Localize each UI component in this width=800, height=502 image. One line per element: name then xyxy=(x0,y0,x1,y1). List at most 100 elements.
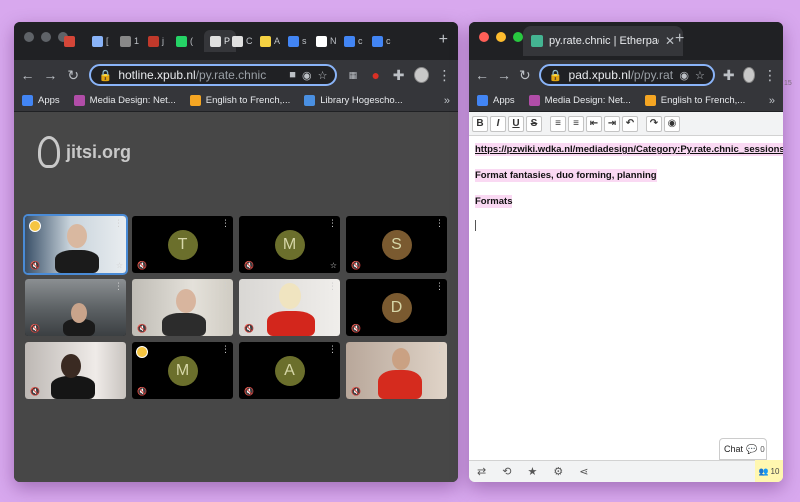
users-button[interactable]: 👥 10 xyxy=(755,460,783,482)
pin-star-icon[interactable]: ☆ xyxy=(330,261,337,270)
undo-icon[interactable]: ↶ xyxy=(622,115,638,132)
bookmark-label: Media Design: Net... xyxy=(544,95,631,106)
eye-off-icon[interactable]: ◉ xyxy=(302,69,312,82)
more-menu-icon[interactable]: ⋮ xyxy=(763,67,777,83)
participant-tile[interactable]: ⋮ 🔇 xyxy=(346,342,447,399)
outdent-icon[interactable]: ⇥ xyxy=(604,115,620,132)
tile-menu-icon[interactable]: ⋮ xyxy=(435,219,444,228)
browser-tab[interactable]: j xyxy=(148,30,164,52)
close-window-button[interactable] xyxy=(24,32,34,42)
reload-icon[interactable]: ↻ xyxy=(66,67,81,83)
browser-tab[interactable]: 1 xyxy=(120,30,139,52)
timeslider-icon[interactable]: ⟲ xyxy=(502,465,511,478)
tile-menu-icon[interactable]: ⋮ xyxy=(221,345,230,354)
import-export-icon[interactable]: ⇄ xyxy=(477,465,486,478)
underline-button[interactable]: U xyxy=(508,115,524,132)
tile-menu-icon[interactable]: ⋮ xyxy=(221,219,230,228)
participant-tile[interactable]: ⋮ 🔇 xyxy=(239,279,340,336)
bookmark-star-icon[interactable]: ☆ xyxy=(695,69,705,82)
camera-icon[interactable]: ■ xyxy=(289,69,296,81)
participant-tile[interactable]: M ⋮ 🔇 ☆ xyxy=(239,216,340,273)
profile-avatar[interactable] xyxy=(414,67,430,83)
bold-button[interactable]: B xyxy=(472,115,488,132)
participant-tile[interactable]: D ⋮ 🔇 xyxy=(346,279,447,336)
back-icon[interactable]: ← xyxy=(475,67,489,83)
settings-gear-icon[interactable]: ⚙ xyxy=(553,465,563,478)
lock-icon: 🔒 xyxy=(548,69,563,82)
browser-tab[interactable]: s xyxy=(288,30,307,52)
tile-menu-icon[interactable]: ⋮ xyxy=(328,282,337,291)
participant-tile[interactable]: ⋮ 🔇 xyxy=(132,279,233,336)
participant-tile[interactable]: A ⋮ 🔇 xyxy=(239,342,340,399)
bookmark-item[interactable]: English to French,... xyxy=(644,95,745,106)
strikethrough-button[interactable]: S xyxy=(526,115,542,132)
more-bookmarks-icon[interactable]: » xyxy=(769,95,775,107)
address-bar[interactable]: 🔒 pad.xpub.nl/p/py.rate.chnic ◉ ☆ xyxy=(538,64,715,86)
eye-off-icon[interactable]: ◉ xyxy=(679,69,689,82)
tile-menu-icon[interactable]: ⋮ xyxy=(328,345,337,354)
extension-icon[interactable]: ▦ xyxy=(345,67,360,83)
pad-document[interactable]: https://pzwiki.wdka.nl/mediadesign/Categ… xyxy=(475,143,783,222)
minimize-window-button[interactable] xyxy=(496,32,506,42)
tile-menu-icon[interactable]: ⋮ xyxy=(435,345,444,354)
tile-menu-icon[interactable]: ⋮ xyxy=(114,282,123,291)
more-bookmarks-icon[interactable]: » xyxy=(444,95,450,107)
ordered-list-icon[interactable]: ≡ xyxy=(550,115,566,132)
new-tab-button[interactable]: + xyxy=(675,30,684,48)
unordered-list-icon[interactable]: ≡ xyxy=(568,115,584,132)
minimize-window-button[interactable] xyxy=(41,32,51,42)
reload-icon[interactable]: ↻ xyxy=(519,67,531,83)
redo-icon[interactable]: ↷ xyxy=(646,115,662,132)
bookmark-item[interactable]: English to French,... xyxy=(189,95,290,106)
chat-button[interactable]: Chat 💬 0 xyxy=(719,438,767,460)
browser-tab[interactable]: [ xyxy=(92,30,109,52)
bookmark-star-icon[interactable]: ☆ xyxy=(318,69,328,82)
browser-tab[interactable] xyxy=(64,30,78,52)
pad-link[interactable]: https://pzwiki.wdka.nl/mediadesign/Categ… xyxy=(475,143,783,156)
star-icon[interactable]: ★ xyxy=(527,465,537,478)
window-controls xyxy=(24,32,68,42)
tab-etherpad[interactable]: py.rate.chnic | Etherpad ✕ xyxy=(523,26,683,56)
participant-tile[interactable]: S ⋮ 🔇 xyxy=(346,216,447,273)
bookmark-item[interactable]: Apps xyxy=(477,95,515,106)
tile-menu-icon[interactable]: ⋮ xyxy=(221,282,230,291)
close-tab-icon[interactable]: ✕ xyxy=(665,34,675,48)
participant-tile[interactable]: T ⋮ 🔇 xyxy=(132,216,233,273)
zoom-window-button[interactable] xyxy=(513,32,523,42)
tile-menu-icon[interactable]: ⋮ xyxy=(114,345,123,354)
profile-avatar[interactable] xyxy=(742,67,755,83)
italic-button[interactable]: I xyxy=(490,115,506,132)
address-bar[interactable]: 🔒 hotline.xpub.nl/py.rate.chnic ■ ◉ ☆ xyxy=(88,64,338,86)
tile-menu-icon[interactable]: ⋮ xyxy=(435,282,444,291)
bookmark-item[interactable]: Apps xyxy=(22,95,60,106)
browser-tab[interactable]: c xyxy=(344,30,363,52)
bookmark-item[interactable]: Media Design: Net... xyxy=(73,95,176,106)
participant-tile[interactable]: ⋮ 🔇 xyxy=(25,279,126,336)
bookmark-item[interactable]: Library Hogescho... xyxy=(304,95,403,106)
participant-tile[interactable]: M ⋮ 🔇 xyxy=(132,342,233,399)
puzzle-icon[interactable]: ✚ xyxy=(391,67,406,83)
participant-tile[interactable]: ⋮ 🔇 ☆ xyxy=(23,214,128,275)
forward-icon[interactable]: → xyxy=(497,67,511,83)
jitsi-logo[interactable]: jitsi.org xyxy=(38,136,131,168)
bookmark-item[interactable]: Media Design: Net... xyxy=(528,95,631,106)
browser-tab[interactable]: C xyxy=(232,30,253,52)
tile-menu-icon[interactable]: ⋮ xyxy=(114,219,123,228)
browser-tab[interactable]: N xyxy=(316,30,337,52)
browser-tab[interactable]: c xyxy=(372,30,391,52)
back-icon[interactable]: ← xyxy=(20,67,35,83)
record-extension-icon[interactable]: ● xyxy=(368,67,383,83)
authorship-colors-icon[interactable]: ◉ xyxy=(664,115,680,132)
close-window-button[interactable] xyxy=(479,32,489,42)
browser-tab[interactable]: A xyxy=(260,30,280,52)
new-tab-button[interactable]: + xyxy=(439,31,448,49)
puzzle-icon[interactable]: ✚ xyxy=(723,67,735,83)
participant-tile[interactable]: ⋮ 🔇 xyxy=(25,342,126,399)
forward-icon[interactable]: → xyxy=(43,67,58,83)
indent-icon[interactable]: ⇤ xyxy=(586,115,602,132)
more-menu-icon[interactable]: ⋮ xyxy=(437,67,452,83)
browser-tab[interactable]: ( xyxy=(176,30,193,52)
pin-star-icon[interactable]: ☆ xyxy=(116,261,123,270)
tile-menu-icon[interactable]: ⋮ xyxy=(328,219,337,228)
share-icon[interactable]: ⋖ xyxy=(579,465,588,478)
